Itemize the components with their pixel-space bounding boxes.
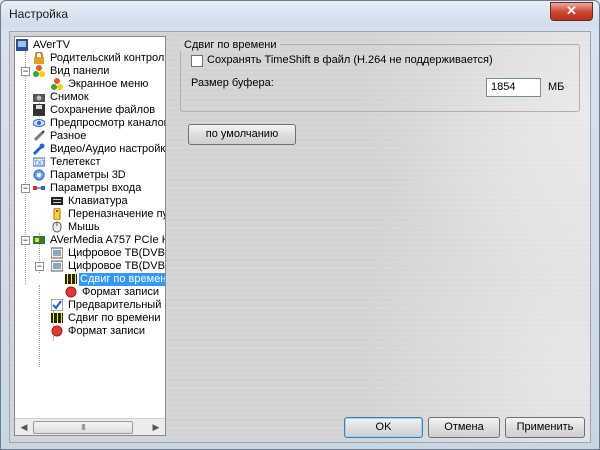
buffer-size-input[interactable]: 1854	[486, 78, 541, 97]
tree-item-label: Формат записи	[82, 286, 160, 298]
dialog-client-area: AVerTV Родительский контроль − Вид панел…	[9, 31, 591, 443]
scrollbar-thumb[interactable]: III	[33, 421, 133, 434]
tree-collapse-toggle[interactable]: −	[21, 184, 30, 193]
tree-item-label: Клавиатура	[68, 195, 128, 207]
buffer-unit-label: МБ	[548, 81, 565, 93]
tv-card-icon	[33, 236, 45, 244]
tree-line	[25, 51, 26, 285]
keyboard-icon	[51, 197, 63, 205]
timeshift-icon	[51, 313, 63, 323]
tree-item-label: Родительский контроль	[50, 52, 165, 64]
tree-horizontal-scrollbar[interactable]: ◀ III ▶	[15, 418, 165, 435]
timeshift-group-title: Сдвиг по времени	[180, 39, 280, 51]
tree-collapse-toggle[interactable]: −	[21, 67, 30, 76]
dvb-icon	[51, 247, 63, 259]
scroll-right-arrow-icon[interactable]: ▶	[148, 420, 164, 435]
title-bar: Настройка ✕	[1, 1, 599, 27]
tree-item-label: Экранное меню	[68, 78, 149, 90]
tree-item-label: AVerMedia A757 PCIe Hybrid	[50, 234, 165, 246]
eye-icon	[33, 119, 45, 127]
tree-item-label: Переназначение пульт	[68, 208, 165, 220]
floppy-disk-icon	[33, 104, 45, 116]
teletext-icon: TXT	[33, 157, 45, 167]
scroll-left-arrow-icon[interactable]: ◀	[16, 420, 32, 435]
close-button[interactable]: ✕	[550, 2, 593, 21]
settings-tree[interactable]: AVerTV Родительский контроль − Вид панел…	[14, 36, 166, 436]
tree-collapse-toggle[interactable]: −	[35, 262, 44, 271]
check-icon	[51, 299, 63, 311]
osd-menu-icon	[51, 78, 63, 90]
gear-3d-icon	[33, 169, 45, 181]
tree-item-label: AVerTV	[33, 39, 71, 51]
camera-icon	[33, 94, 45, 102]
panel-view-icon	[33, 65, 45, 77]
record-icon	[65, 286, 77, 298]
remote-icon	[53, 208, 61, 220]
tree-item-label: Сохранение файлов	[50, 104, 156, 116]
tree-collapse-toggle[interactable]: −	[21, 236, 30, 245]
default-button[interactable]: по умолчанию	[188, 124, 296, 145]
mouse-icon	[52, 221, 62, 233]
tree-item-label: Цифровое ТВ(DVB-C)	[68, 260, 165, 272]
cancel-button[interactable]: Отмена	[428, 417, 500, 438]
tree-item-label: Сдвиг по времени	[79, 273, 165, 286]
dvb-icon	[51, 260, 63, 272]
buffer-size-label: Размер буфера:	[191, 77, 274, 89]
tree-viewport: AVerTV Родительский контроль − Вид панел…	[15, 37, 165, 418]
tree-item-label: Параметры входа	[50, 182, 142, 194]
ok-button[interactable]: OK	[344, 417, 423, 438]
input-params-icon	[33, 186, 45, 190]
settings-dialog: Настройка ✕ AVerTV Родительский контроль…	[0, 0, 600, 450]
window-title: Настройка	[9, 7, 69, 21]
tools-icon	[33, 130, 45, 142]
save-timeshift-checkbox[interactable]	[191, 55, 203, 67]
tree-item-label: Телетекст	[50, 156, 101, 168]
timeshift-icon	[65, 274, 77, 284]
save-timeshift-label[interactable]: Сохранять TimeShift в файл (H.264 не под…	[207, 54, 493, 66]
apply-button[interactable]: Применить	[505, 417, 585, 438]
tree-item-label: Сдвиг по времени	[68, 312, 161, 324]
tree-item-label: Вид панели	[50, 65, 110, 77]
tree-item-label: Предпросмотр каналов	[50, 117, 165, 129]
lock-icon	[34, 52, 44, 64]
wrench-icon	[33, 143, 45, 155]
record-icon	[51, 325, 63, 337]
svg-text:TXT: TXT	[33, 160, 45, 167]
tree-item-label: Параметры 3D	[50, 169, 126, 181]
tree-line	[39, 285, 40, 367]
tree-item-label: Предварительный про	[68, 299, 165, 311]
avertv-icon	[16, 39, 28, 51]
tree-item-label: Мышь	[68, 221, 100, 233]
tree-item-label: Разное	[50, 130, 87, 142]
tree-item-label: Видео/Аудио настройки	[50, 143, 165, 155]
tree-item-label: Цифровое ТВ(DVB-T)	[68, 247, 165, 259]
tree-item-label: Формат записи	[68, 325, 146, 337]
tree-item-label: Снимок	[50, 91, 89, 103]
